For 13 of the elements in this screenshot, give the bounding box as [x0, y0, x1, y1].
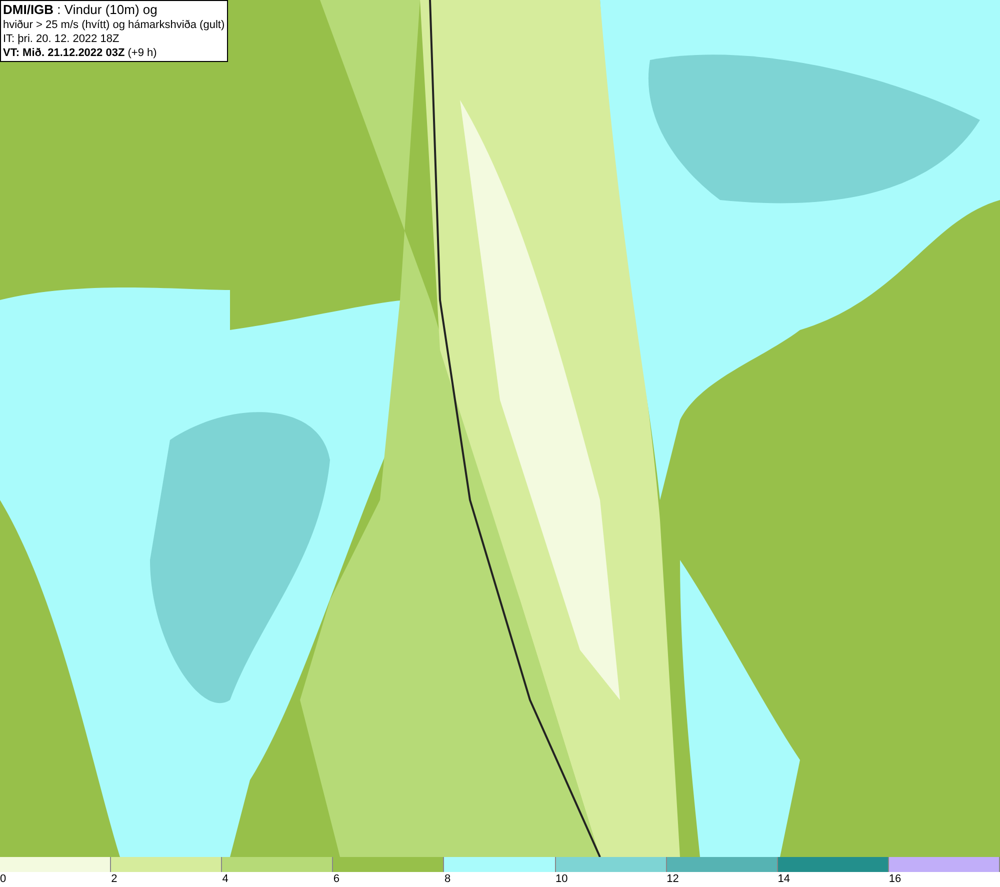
legend-label: 0: [0, 872, 6, 886]
legend-label: 14: [778, 872, 790, 886]
legend-label: 8: [444, 872, 451, 886]
legend-label: 6: [333, 872, 340, 886]
title-line: IT: þri. 20. 12. 2022 18Z: [3, 32, 120, 46]
legend-label: 10: [556, 872, 568, 886]
legend-label: 4: [222, 872, 228, 886]
title-line: DMI/IGB : Vindur (10m) og: [3, 2, 158, 18]
title-line: hviður > 25 m/s (hvítt) og hámarkshviða (gult): [3, 18, 225, 32]
title-line: VT: Mið. 21.12.2022 03Z (+9 h): [3, 46, 158, 60]
legend-label: 12: [666, 872, 679, 886]
legend-label: 2: [111, 872, 118, 886]
legend-label: 16: [888, 872, 902, 886]
